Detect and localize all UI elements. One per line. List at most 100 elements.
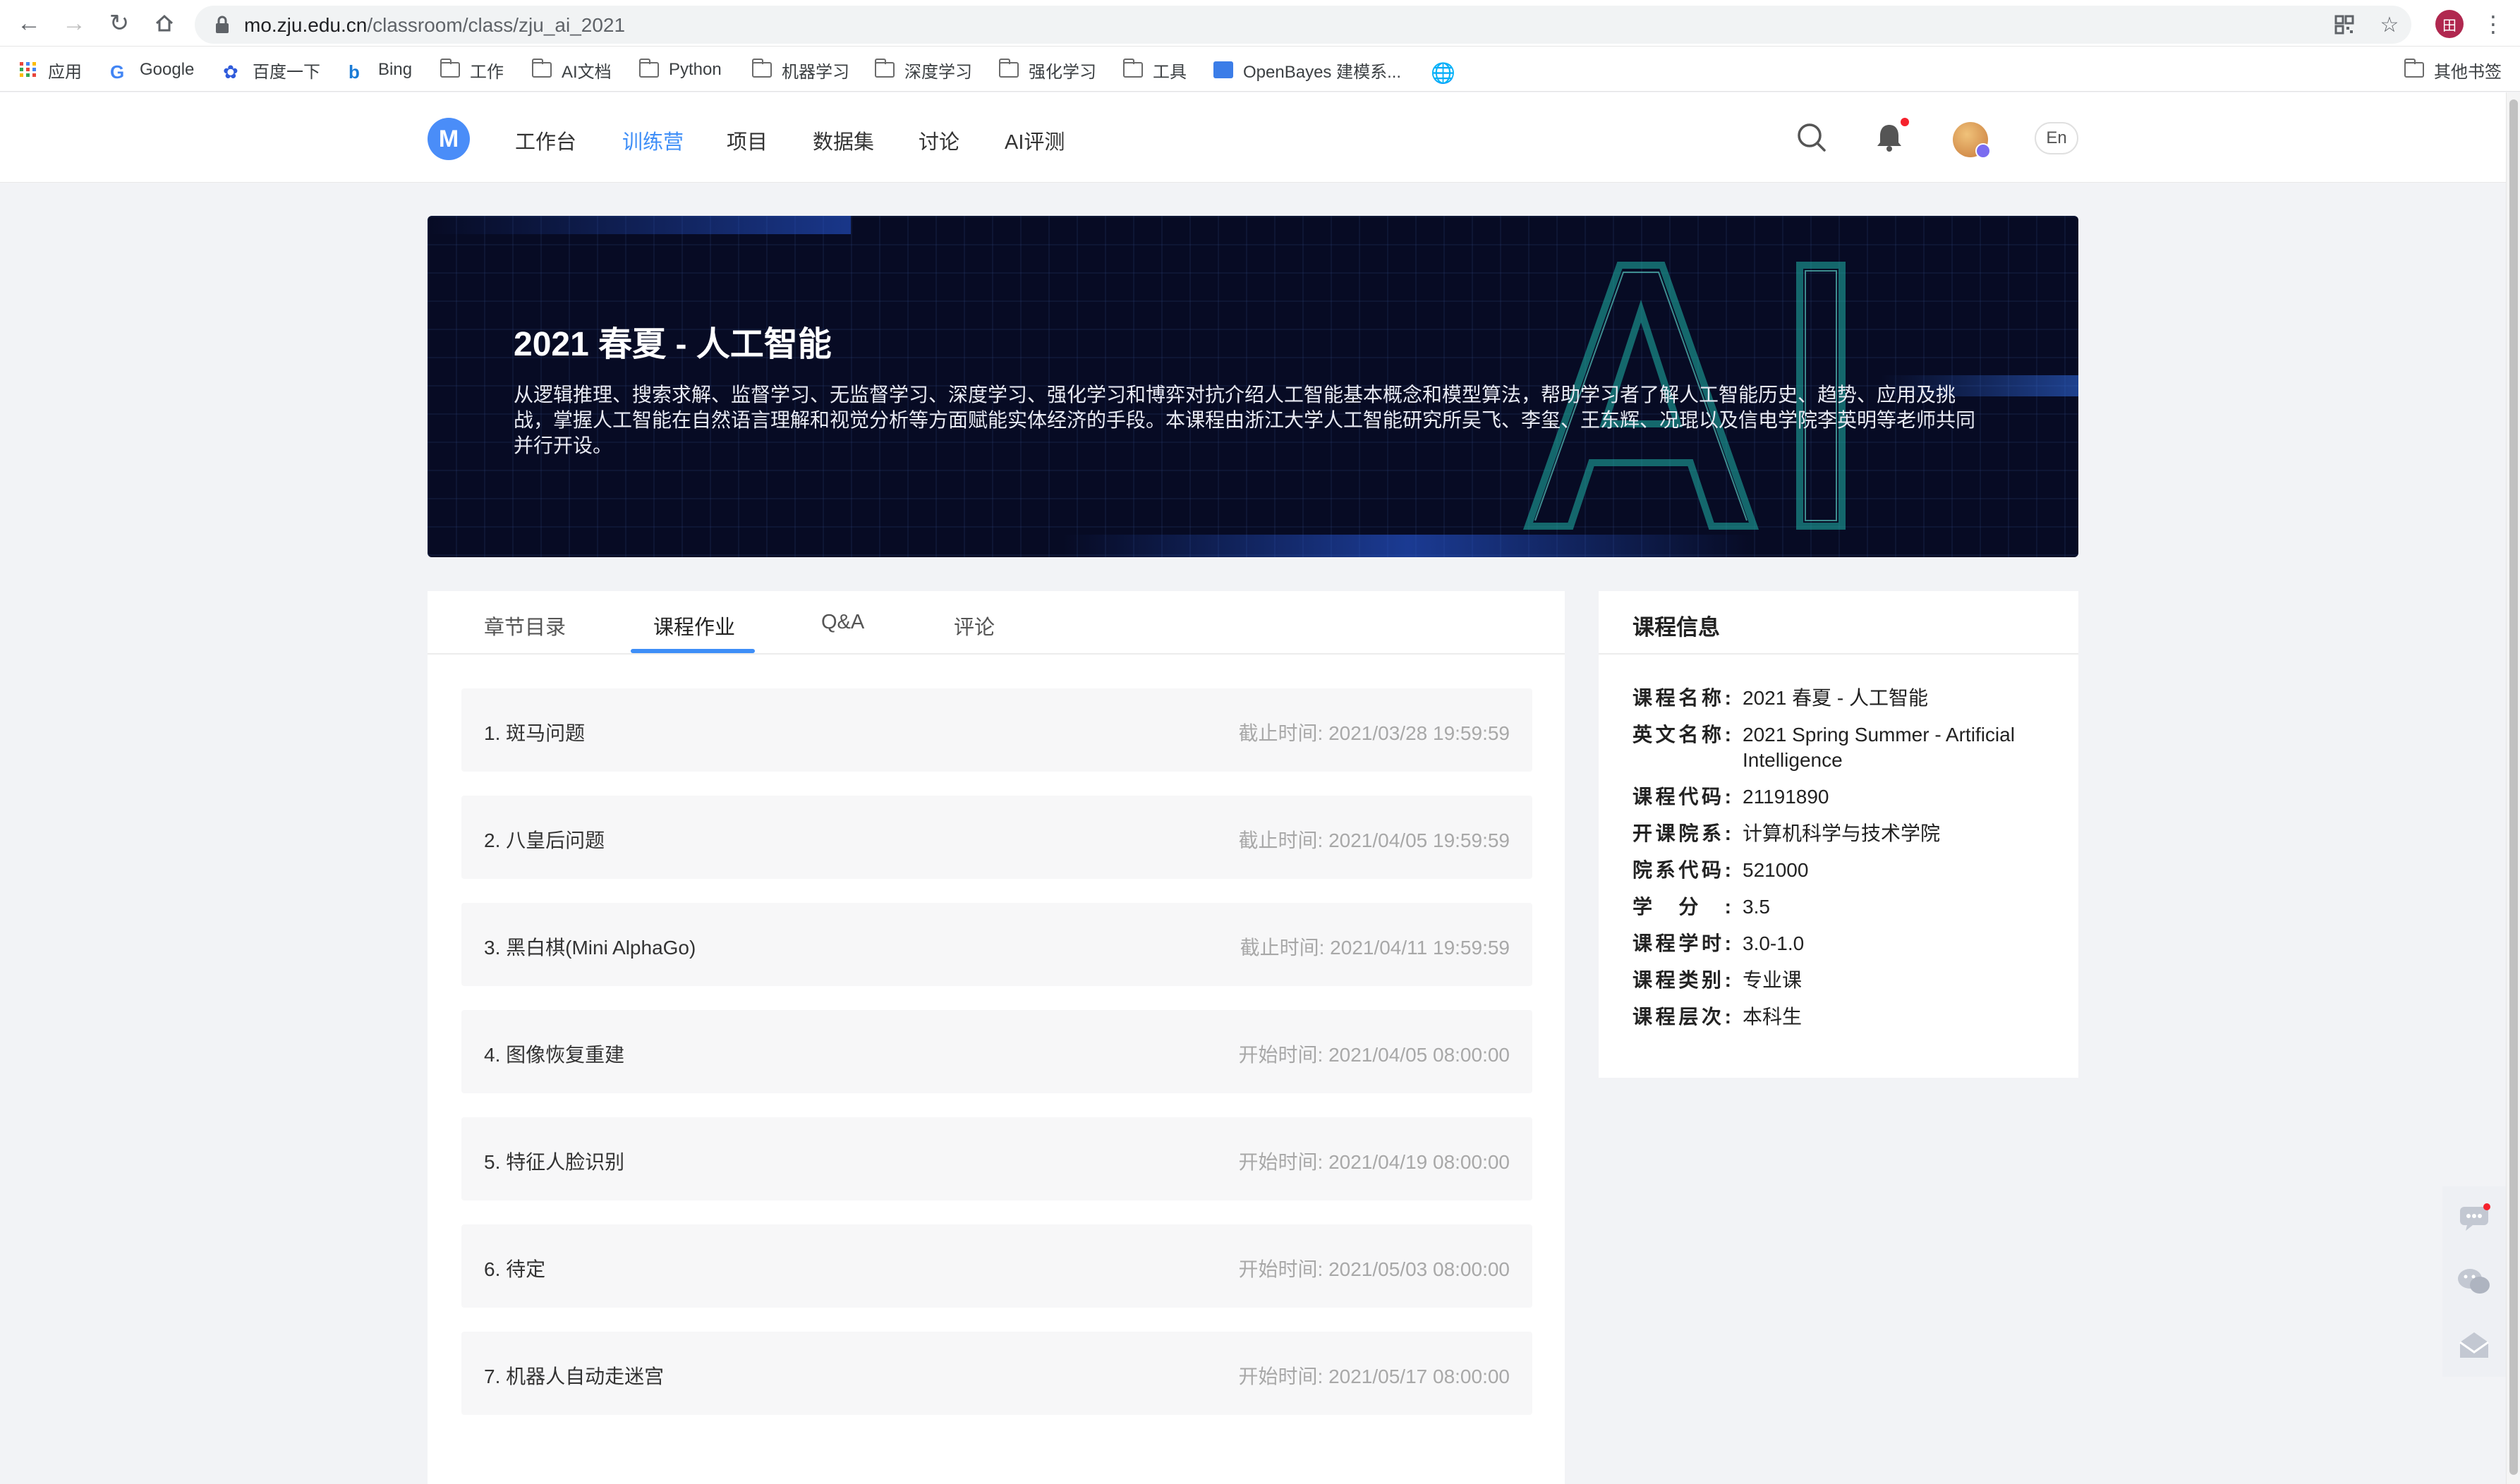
nav-projects[interactable]: 项目 (727, 126, 768, 155)
bookmark-folder-python[interactable]: Python (639, 58, 722, 82)
tab-comments[interactable]: 评论 (954, 611, 995, 640)
assignment-title: 7. 机器人自动走迷宫 (484, 1366, 665, 1387)
bookmark-folder-rl[interactable]: 强化学习 (999, 58, 1096, 82)
bookmark-google[interactable]: G Google (110, 58, 194, 83)
url-text: mo.zju.edu.cn/classroom/class/zju_ai_202… (244, 14, 626, 36)
chat-float-button[interactable] (2442, 1186, 2506, 1250)
folder-icon (1123, 59, 1143, 78)
wechat-icon (2458, 1269, 2490, 1294)
language-toggle[interactable]: En (2035, 122, 2078, 154)
course-info-header: 课程信息 (1599, 591, 2078, 655)
info-label: 课程类别: (1632, 969, 1731, 991)
info-label: 学分: (1632, 896, 1731, 918)
apps-grid-icon (20, 62, 36, 77)
course-tabs: 章节目录 课程作业 Q&A 评论 (428, 591, 1565, 655)
info-label: 课程学时: (1632, 932, 1731, 954)
folder-icon (752, 59, 772, 78)
assignment-title: 1. 斑马问题 (484, 722, 586, 744)
folder-icon (999, 59, 1019, 78)
assignment-row[interactable]: 7. 机器人自动走迷宫 开始时间: 2021/05/17 08:00:00 (461, 1332, 1532, 1415)
assignment-time: 截止时间: 2021/04/11 19:59:59 (1240, 937, 1510, 959)
nav-discussion[interactable]: 讨论 (919, 126, 959, 155)
page-scrollbar[interactable] (2506, 92, 2520, 1484)
bookmark-openbayes[interactable]: OpenBayes 建模系... (1213, 58, 1401, 82)
qr-code-icon[interactable] (2332, 14, 2356, 35)
site-header: M 工作台 训练营 项目 数据集 讨论 AI评测 En (0, 92, 2520, 183)
info-value: 21191890 (1743, 786, 1829, 808)
reload-icon[interactable]: ↻ (103, 7, 135, 39)
bookmark-bing[interactable]: b Bing (349, 58, 412, 83)
forward-icon[interactable]: → (58, 7, 90, 39)
bookmark-folder-ml[interactable]: 机器学习 (752, 58, 849, 82)
bookmarks-bar: 应用 G Google ✿ 百度一下 b Bing 工作 AI文档 Python… (0, 47, 2520, 92)
info-value: 计算机科学与技术学院 (1743, 822, 1941, 844)
info-label: 院系代码: (1632, 859, 1731, 881)
wechat-float-button[interactable] (2442, 1250, 2506, 1313)
assignment-time: 截止时间: 2021/03/28 19:59:59 (1238, 722, 1510, 744)
bookmark-folder-dl[interactable]: 深度学习 (875, 58, 972, 82)
assignment-time: 开始时间: 2021/04/05 08:00:00 (1238, 1044, 1510, 1066)
assignment-time: 开始时间: 2021/05/17 08:00:00 (1238, 1366, 1510, 1387)
baidu-paw-icon: ✿ (223, 61, 238, 83)
info-value: 3.5 (1743, 896, 1770, 918)
info-value: 本科生 (1743, 1006, 1803, 1028)
back-icon[interactable]: ← (13, 7, 45, 39)
tab-chapters[interactable]: 章节目录 (484, 611, 566, 640)
folder-icon (875, 59, 895, 78)
info-label: 课程层次: (1632, 1006, 1731, 1028)
info-value: 3.0-1.0 (1743, 932, 1805, 954)
course-content-card: 章节目录 课程作业 Q&A 评论 1. 斑马问题 截止时间: 2021/03/2… (428, 591, 1565, 1484)
nav-datasets[interactable]: 数据集 (813, 126, 874, 155)
browser-toolbar: ← → ↻ mo.zju.edu.cn/classroom/class/zju_… (0, 0, 2520, 47)
info-label: 课程名称: (1632, 687, 1731, 709)
menu-icon[interactable]: ⋮ (2482, 10, 2504, 38)
lock-icon (216, 16, 229, 33)
nav-ai-evaluation[interactable]: AI评测 (1005, 126, 1065, 155)
bookmark-apps[interactable]: 应用 (18, 58, 82, 82)
tab-qa[interactable]: Q&A (821, 611, 864, 634)
bookmark-folder-work[interactable]: 工作 (440, 58, 504, 82)
course-title: 2021 春夏 - 人工智能 (514, 326, 832, 363)
folder-icon (639, 59, 659, 78)
banner-glow (428, 216, 851, 234)
notification-dot (1901, 118, 1909, 126)
assignment-row[interactable]: 6. 待定 开始时间: 2021/05/03 08:00:00 (461, 1224, 1532, 1308)
avatar-badge (1975, 143, 1991, 159)
profile-avatar[interactable]: 田 (2435, 10, 2464, 38)
bookmark-globe[interactable]: 🌐 (1431, 58, 1460, 84)
bookmark-baidu[interactable]: ✿ 百度一下 (223, 58, 320, 83)
info-value: 521000 (1743, 859, 1809, 881)
nav-training-camp[interactable]: 训练营 (622, 126, 684, 155)
site-logo[interactable]: M (428, 118, 470, 160)
mail-icon (2459, 1332, 2489, 1358)
course-description: 从逻辑推理、搜索求解、监督学习、无监督学习、深度学习、强化学习和博弈对抗介绍人工… (514, 384, 1976, 456)
assignment-row[interactable]: 1. 斑马问题 截止时间: 2021/03/28 19:59:59 (461, 688, 1532, 772)
tab-assignments[interactable]: 课程作业 (653, 611, 735, 640)
assignment-row[interactable]: 3. 黑白棋(Mini AlphaGo) 截止时间: 2021/04/11 19… (461, 903, 1532, 986)
assignment-row[interactable]: 2. 八皇后问题 截止时间: 2021/04/05 19:59:59 (461, 796, 1532, 879)
info-value: 2021 春夏 - 人工智能 (1743, 687, 1928, 709)
assignment-row[interactable]: 4. 图像恢复重建 开始时间: 2021/04/05 08:00:00 (461, 1010, 1532, 1093)
mail-float-button[interactable] (2442, 1313, 2506, 1377)
assignment-time: 开始时间: 2021/04/19 08:00:00 (1238, 1151, 1510, 1173)
assignment-row[interactable]: 5. 特征人脸识别 开始时间: 2021/04/19 08:00:00 (461, 1117, 1532, 1200)
address-bar[interactable]: mo.zju.edu.cn/classroom/class/zju_ai_202… (195, 6, 2411, 44)
info-value: 专业课 (1743, 969, 1803, 991)
info-label: 课程代码: (1632, 786, 1731, 808)
folder-icon (532, 59, 552, 78)
bookmark-folder-tools[interactable]: 工具 (1123, 58, 1187, 82)
search-icon[interactable] (1793, 119, 1830, 156)
course-info-title: 课程信息 (1632, 615, 1720, 640)
globe-icon: 🌐 (1431, 62, 1455, 84)
course-info-card: 课程信息 课程名称: 2021 春夏 - 人工智能 英文名称: 2021 Spr… (1599, 591, 2078, 1078)
assignment-title: 4. 图像恢复重建 (484, 1044, 625, 1066)
nav-workbench[interactable]: 工作台 (515, 126, 576, 155)
course-banner: 2021 春夏 - 人工智能 从逻辑推理、搜索求解、监督学习、无监督学习、深度学… (428, 216, 2078, 557)
home-icon[interactable] (148, 7, 181, 39)
openbayes-icon (1213, 61, 1233, 78)
bookmark-other[interactable]: 其他书签 (2404, 58, 2502, 82)
star-icon[interactable]: ☆ (2377, 13, 2401, 37)
scroll-thumb[interactable] (2509, 99, 2518, 1475)
bookmark-folder-ai-docs[interactable]: AI文档 (532, 58, 612, 82)
assignment-title: 6. 待定 (484, 1258, 546, 1280)
